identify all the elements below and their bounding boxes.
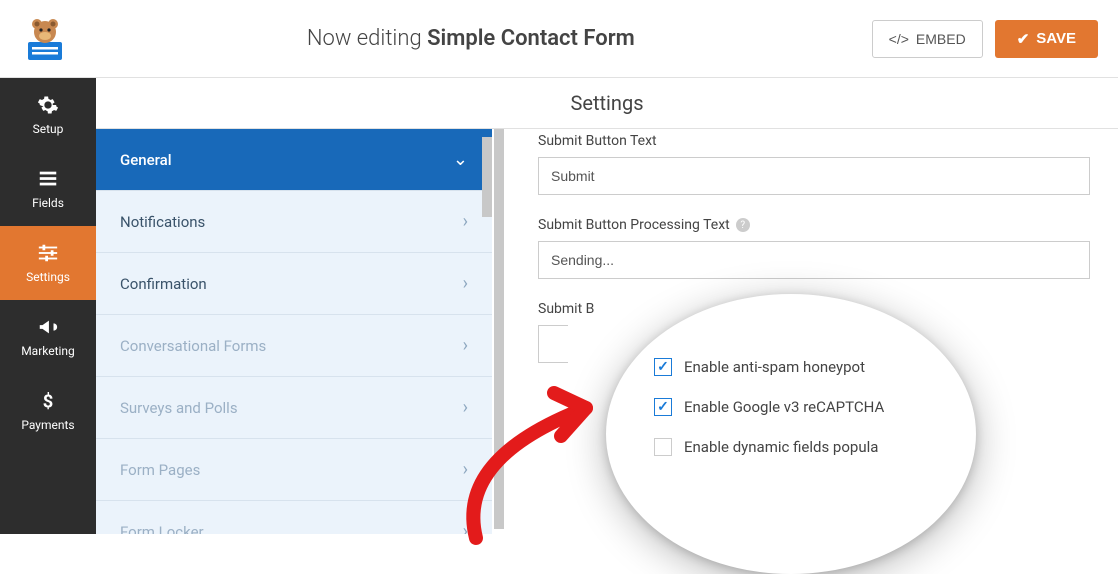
embed-button[interactable]: </> EMBED	[872, 20, 983, 58]
chevron-right-icon: ›	[463, 397, 468, 418]
help-icon[interactable]: ?	[736, 218, 750, 232]
code-icon: </>	[889, 31, 909, 47]
gear-icon	[37, 94, 59, 116]
submit-processing-input[interactable]	[538, 241, 1090, 279]
sidebar: Setup Fields Settings Marketing $ Paymen…	[0, 78, 96, 534]
checkbox[interactable]: ✓	[654, 358, 672, 376]
field-label: Submit Button Text	[538, 133, 1090, 149]
chevron-right-icon: ›	[463, 211, 468, 232]
chevron-right-icon: ›	[463, 335, 468, 356]
check-icon: ✔	[1017, 30, 1030, 48]
option-recaptcha[interactable]: ✓ Enable Google v3 reCAPTCHA	[654, 398, 938, 416]
option-honeypot[interactable]: ✓ Enable anti-spam honeypot	[654, 358, 938, 376]
settings-menu: General ⌄ Notifications › Confirmation ›…	[96, 129, 492, 534]
field-submit-processing: Submit Button Processing Text ?	[538, 217, 1090, 279]
main: Setup Fields Settings Marketing $ Paymen…	[0, 78, 1118, 534]
settings-menu-confirmation[interactable]: Confirmation ›	[96, 253, 492, 315]
sidebar-item-marketing[interactable]: Marketing	[0, 300, 96, 374]
checkmark-icon: ✓	[657, 359, 669, 375]
field-label: Submit Button Processing Text ?	[538, 217, 1090, 233]
sidebar-label: Settings	[26, 270, 70, 284]
save-button[interactable]: ✔ SAVE	[995, 20, 1098, 58]
option-label: Enable dynamic fields popula	[684, 438, 878, 456]
sidebar-label: Marketing	[21, 344, 75, 358]
sliders-icon	[37, 242, 59, 264]
sidebar-item-payments[interactable]: $ Payments	[0, 374, 96, 448]
checkbox[interactable]: ✓	[654, 398, 672, 416]
sidebar-item-settings[interactable]: Settings	[0, 226, 96, 300]
sidebar-item-setup[interactable]: Setup	[0, 78, 96, 152]
chevron-right-icon: ›	[463, 459, 468, 480]
sidebar-label: Payments	[21, 418, 74, 432]
chevron-down-icon: ⌄	[453, 149, 468, 170]
option-label: Enable Google v3 reCAPTCHA	[684, 398, 884, 416]
panel-title: Settings	[96, 78, 1118, 129]
settings-menu-notifications[interactable]: Notifications ›	[96, 191, 492, 253]
list-icon	[37, 168, 59, 190]
settings-menu-conversational[interactable]: Conversational Forms ›	[96, 315, 492, 377]
svg-text:$: $	[43, 391, 54, 412]
settings-menu-form-locker[interactable]: Form Locker ›	[96, 501, 492, 534]
settings-menu-form-pages[interactable]: Form Pages ›	[96, 439, 492, 501]
submit-partial-input[interactable]	[538, 325, 568, 363]
highlight-callout: ✓ Enable anti-spam honeypot ✓ Enable Goo…	[606, 294, 976, 574]
checkbox[interactable]	[654, 438, 672, 456]
bullhorn-icon	[37, 316, 59, 338]
dollar-icon: $	[37, 390, 59, 412]
checkmark-icon: ✓	[657, 399, 669, 415]
scrollbar[interactable]	[482, 137, 492, 217]
page-title: Now editing Simple Contact Form	[70, 26, 872, 51]
option-label: Enable anti-spam honeypot	[684, 358, 865, 376]
submit-button-text-input[interactable]	[538, 157, 1090, 195]
settings-menu-general[interactable]: General ⌄	[96, 129, 492, 191]
topbar: Now editing Simple Contact Form </> EMBE…	[0, 0, 1118, 78]
logo	[20, 14, 70, 64]
chevron-right-icon: ›	[463, 273, 468, 294]
chevron-right-icon: ›	[463, 521, 468, 534]
sidebar-item-fields[interactable]: Fields	[0, 152, 96, 226]
scrollbar[interactable]	[494, 129, 504, 529]
panel: Settings General ⌄ Notifications › Confi…	[96, 78, 1118, 534]
settings-menu-surveys[interactable]: Surveys and Polls ›	[96, 377, 492, 439]
option-dynamic-fields[interactable]: Enable dynamic fields popula	[654, 438, 938, 456]
sidebar-label: Setup	[33, 122, 64, 136]
field-submit-button-text: Submit Button Text	[538, 133, 1090, 195]
sidebar-label: Fields	[32, 196, 64, 210]
